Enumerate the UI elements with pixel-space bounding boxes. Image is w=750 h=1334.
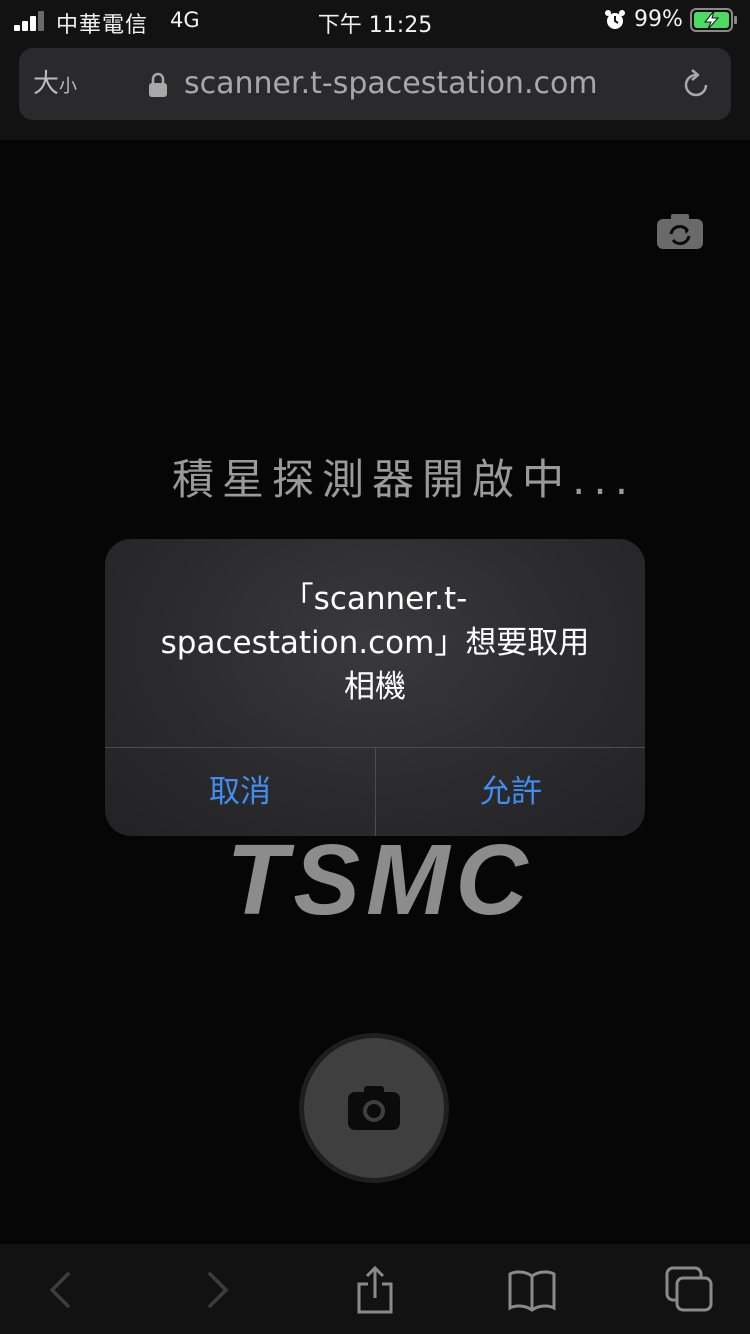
text-size-label: 大 <box>33 69 60 99</box>
share-icon[interactable] <box>350 1266 400 1314</box>
tsmc-logo: TSMC <box>226 834 533 930</box>
browser-toolbar <box>0 1244 750 1334</box>
browser-top-chrome: 中華電信 4G 下午 11:25 99% 大小 scanner.t-spaces… <box>0 0 750 140</box>
camera-switch-icon[interactable] <box>656 212 704 250</box>
alert-message-line: 「scanner.t- <box>282 581 468 617</box>
status-bar: 中華電信 4G 下午 11:25 99% <box>0 0 750 42</box>
logo-text: TSMC <box>226 834 533 930</box>
lock-icon <box>149 72 167 97</box>
tabs-icon[interactable] <box>664 1266 714 1314</box>
text-size-button[interactable]: 大小 <box>33 66 77 102</box>
alert-message-line: spacestation.com」想要取用 <box>160 625 590 661</box>
forward-icon[interactable] <box>192 1266 242 1314</box>
bookmarks-icon[interactable] <box>507 1266 557 1314</box>
reload-icon[interactable] <box>679 68 713 102</box>
alert-message-line: 相機 <box>344 669 406 705</box>
shutter-button[interactable] <box>304 1038 444 1178</box>
loading-text: 積星探測器開啟中... <box>172 455 637 504</box>
alert-message: 「scanner.t- spacestation.com」想要取用 相機 <box>125 577 625 709</box>
url-text[interactable]: scanner.t-spacestation.com <box>184 64 598 104</box>
allow-button[interactable]: 允許 <box>376 748 645 836</box>
text-size-label-small: 小 <box>59 76 78 97</box>
screen: 中華電信 4G 下午 11:25 99% 大小 scanner.t-spaces… <box>0 0 750 1334</box>
address-bar[interactable]: 大小 scanner.t-spacestation.com <box>19 48 731 120</box>
cancel-button[interactable]: 取消 <box>105 748 375 836</box>
battery-percent: 99% <box>634 7 683 32</box>
battery-charging-icon <box>690 8 737 32</box>
camera-permission-alert: 「scanner.t- spacestation.com」想要取用 相機 取消 … <box>105 539 645 836</box>
alarm-icon <box>605 10 625 29</box>
camera-icon <box>348 1086 400 1130</box>
back-icon[interactable] <box>36 1266 86 1314</box>
